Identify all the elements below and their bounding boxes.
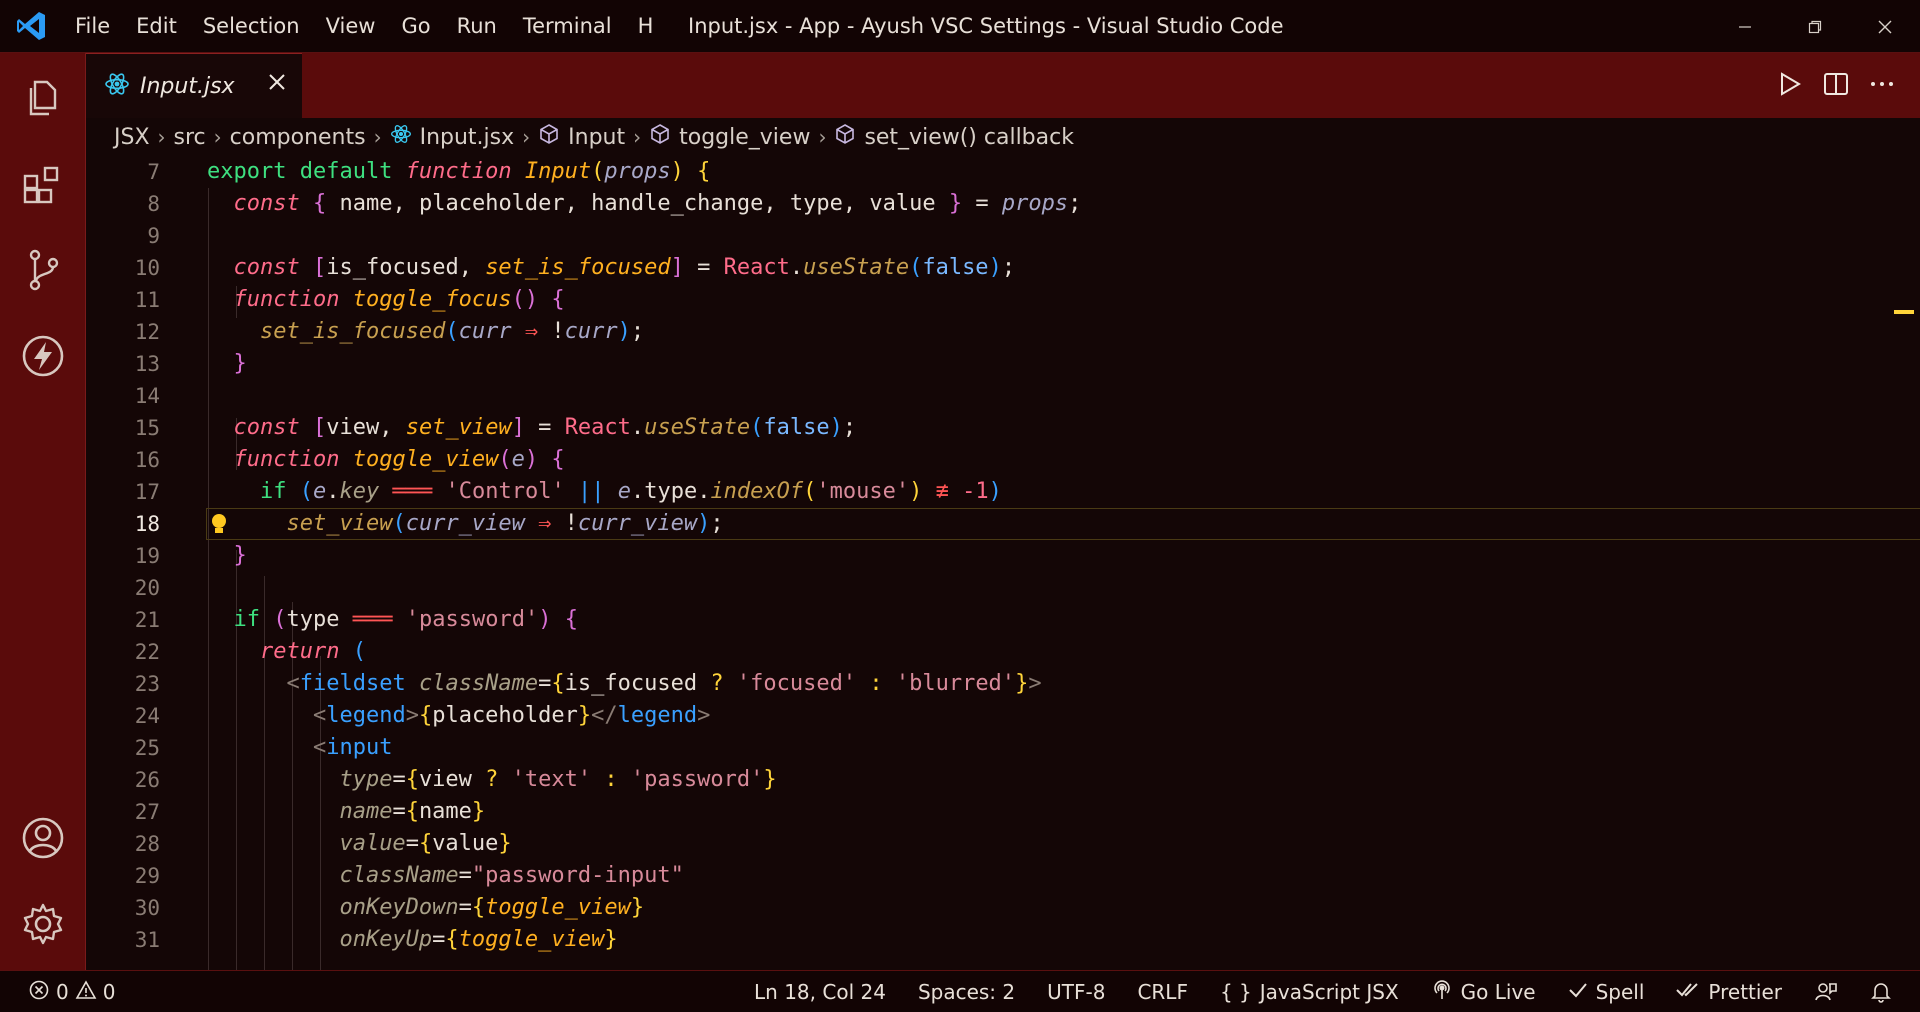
breadcrumb-item[interactable]: toggle_view bbox=[649, 123, 810, 151]
code-line: 17 if (e.key ═══ 'Control' || e.type.ind… bbox=[134, 479, 1002, 504]
chevron-right-icon: › bbox=[818, 125, 827, 149]
prettier-button[interactable]: Prettier bbox=[1676, 980, 1782, 1005]
chevron-right-icon: › bbox=[373, 125, 382, 149]
tab-input-jsx[interactable]: Input.jsx bbox=[86, 53, 302, 118]
extensions-icon[interactable] bbox=[0, 149, 86, 219]
code-line: 7 export default function Input(props) { bbox=[147, 159, 711, 184]
menu-view[interactable]: View bbox=[313, 0, 389, 53]
error-count: 0 bbox=[56, 980, 69, 1004]
run-icon[interactable] bbox=[1776, 70, 1804, 102]
code-line: 23 <fieldset className={is_focused ? 'fo… bbox=[134, 671, 1042, 696]
code-line: 26 type={view ? 'text' : 'password'} bbox=[134, 767, 777, 792]
line-ending[interactable]: CRLF bbox=[1137, 980, 1188, 1004]
react-icon bbox=[390, 123, 412, 151]
menu-help[interactable]: H bbox=[625, 0, 667, 53]
source-control-icon[interactable] bbox=[0, 235, 86, 305]
chevron-right-icon: › bbox=[633, 125, 642, 149]
code-line-active: 18 set_view(curr_view ⇒ !curr_view); bbox=[86, 508, 1920, 540]
breadcrumb-item[interactable]: JSX bbox=[114, 125, 150, 150]
react-icon bbox=[104, 71, 130, 101]
encoding[interactable]: UTF-8 bbox=[1047, 980, 1105, 1004]
tab-label: Input.jsx bbox=[140, 73, 235, 99]
window-title: Input.jsx - App - Ayush VSC Settings - V… bbox=[688, 14, 1284, 38]
code-line: 12 set_is_focused(curr ⇒ !curr); bbox=[134, 319, 645, 344]
code-line: 29 className="password-input" bbox=[134, 863, 684, 888]
code-line: 13 } bbox=[134, 351, 247, 376]
code-line: 19 } bbox=[134, 543, 247, 568]
breadcrumb-item[interactable]: Input bbox=[538, 123, 625, 151]
warning-icon bbox=[75, 979, 97, 1006]
close-icon[interactable] bbox=[266, 71, 288, 99]
menu-selection[interactable]: Selection bbox=[190, 0, 313, 53]
symbol-cube-icon bbox=[649, 123, 671, 151]
code-line: 21 if (type ═══ 'password') { bbox=[134, 607, 578, 632]
menu-edit[interactable]: Edit bbox=[123, 0, 190, 53]
minimize-button[interactable] bbox=[1710, 0, 1780, 53]
notifications-bell-icon[interactable] bbox=[1870, 980, 1892, 1004]
tab-bar: Input.jsx bbox=[86, 53, 1920, 118]
window-controls bbox=[1710, 0, 1920, 53]
code-line: 11 function toggle_focus() { bbox=[134, 287, 565, 312]
menu-terminal[interactable]: Terminal bbox=[510, 0, 625, 53]
breadcrumb-item[interactable]: src bbox=[174, 125, 206, 150]
breadcrumb: JSX › src › components › Input.jsx › Inp… bbox=[86, 118, 1920, 156]
minimap-marker bbox=[1894, 310, 1914, 314]
breadcrumb-item[interactable]: Input.jsx bbox=[390, 123, 514, 151]
title-bar: File Edit Selection View Go Run Terminal… bbox=[0, 0, 1920, 53]
code-line: 30 onKeyDown={toggle_view} bbox=[134, 895, 645, 920]
editor-actions bbox=[1776, 53, 1896, 118]
code-line: 15 const [view, set_view] = React.useSta… bbox=[134, 415, 857, 440]
settings-gear-icon[interactable] bbox=[0, 889, 86, 959]
indentation[interactable]: Spaces: 2 bbox=[918, 980, 1015, 1004]
cursor-position[interactable]: Ln 18, Col 24 bbox=[754, 980, 886, 1004]
split-editor-icon[interactable] bbox=[1822, 70, 1850, 102]
go-live-button[interactable]: Go Live bbox=[1431, 979, 1536, 1006]
code-line: 24 <legend>{placeholder}</legend> bbox=[134, 703, 711, 728]
symbol-cube-icon bbox=[834, 123, 856, 151]
chevron-right-icon: › bbox=[522, 125, 531, 149]
problems-indicator[interactable]: 0 0 bbox=[28, 971, 115, 1012]
account-icon[interactable] bbox=[0, 803, 86, 873]
breadcrumb-item[interactable]: components bbox=[230, 125, 366, 150]
check-icon bbox=[1568, 980, 1588, 1005]
code-line: 10 const [is_focused, set_is_focused] = … bbox=[134, 255, 1016, 280]
error-icon bbox=[28, 979, 50, 1006]
restore-button[interactable] bbox=[1780, 0, 1850, 53]
menu-go[interactable]: Go bbox=[388, 0, 443, 53]
chevron-right-icon: › bbox=[213, 125, 222, 149]
code-line: 9 bbox=[147, 224, 160, 248]
thunder-client-icon[interactable] bbox=[0, 321, 86, 391]
spell-button[interactable]: Spell bbox=[1568, 980, 1644, 1005]
more-actions-icon[interactable] bbox=[1868, 70, 1896, 102]
activity-bar bbox=[0, 53, 86, 970]
menu-file[interactable]: File bbox=[62, 0, 123, 53]
explorer-icon[interactable] bbox=[0, 61, 86, 131]
code-line: 14 bbox=[134, 384, 160, 408]
close-window-button[interactable] bbox=[1850, 0, 1920, 53]
code-line: 20 bbox=[134, 576, 160, 600]
breadcrumb-item[interactable]: set_view() callback bbox=[834, 123, 1074, 151]
code-line: 22 return ( bbox=[134, 639, 366, 664]
code-line: 31 onKeyUp={toggle_view} bbox=[134, 927, 618, 952]
code-line: 16 function toggle_view(e) { bbox=[134, 447, 565, 472]
menu-run[interactable]: Run bbox=[444, 0, 510, 53]
broadcast-icon bbox=[1431, 979, 1453, 1006]
double-check-icon bbox=[1676, 980, 1700, 1005]
code-line: 8 const { name, placeholder, handle_chan… bbox=[147, 191, 1082, 216]
feedback-icon[interactable] bbox=[1814, 980, 1838, 1004]
chevron-right-icon: › bbox=[157, 125, 166, 149]
warning-count: 0 bbox=[102, 980, 116, 1004]
code-line: 25 <input bbox=[134, 735, 393, 760]
menu-bar: File Edit Selection View Go Run Terminal… bbox=[62, 0, 666, 53]
code-editor[interactable]: 7 export default function Input(props) { … bbox=[86, 156, 1920, 970]
status-bar: 0 0 Ln 18, Col 24 Spaces: 2 UTF-8 CRLF {… bbox=[0, 970, 1920, 1012]
braces-icon: { } bbox=[1219, 980, 1252, 1004]
language-mode[interactable]: { } JavaScript JSX bbox=[1220, 980, 1399, 1004]
code-line: 27 name={name} bbox=[134, 799, 486, 824]
vscode-logo-icon[interactable] bbox=[0, 0, 62, 53]
code-line: 28 value={value} bbox=[134, 831, 512, 856]
symbol-cube-icon bbox=[538, 123, 560, 151]
